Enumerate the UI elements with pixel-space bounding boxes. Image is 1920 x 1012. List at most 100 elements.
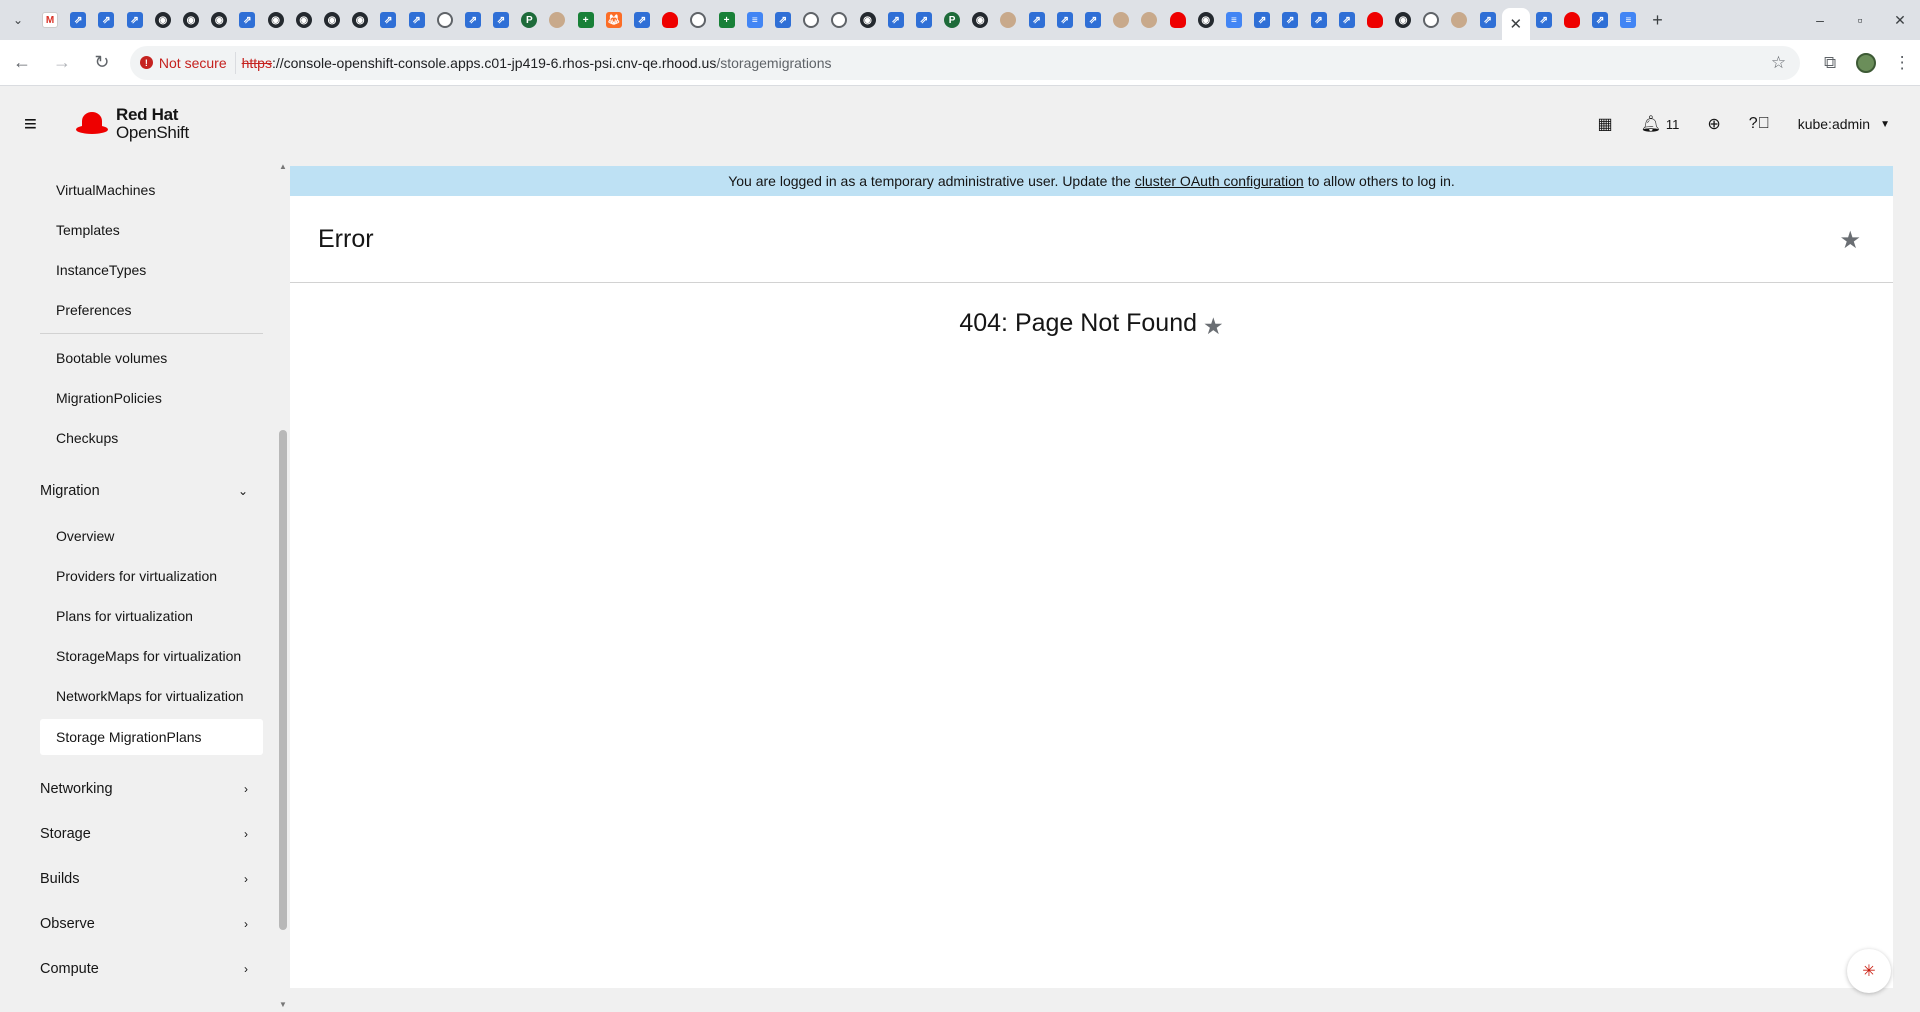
browser-tab[interactable]: ◉ <box>346 0 374 40</box>
browser-tab[interactable]: ⇗ <box>910 0 938 40</box>
browser-tab[interactable]: + <box>713 0 741 40</box>
sidebar-item-overview[interactable]: Overview <box>56 518 114 554</box>
active-tab-close-icon[interactable]: ✕ <box>1501 8 1530 40</box>
extensions-icon[interactable]: ⧉ <box>1812 45 1848 81</box>
browser-tab[interactable]: ⇗ <box>459 0 487 40</box>
browser-tab[interactable]: ◉ <box>205 0 233 40</box>
notifications-button[interactable]: 🔔︎ 11 <box>1627 104 1694 144</box>
browser-tab[interactable]: ⇗ <box>1248 0 1276 40</box>
sidebar-item-plans[interactable]: Plans for virtualization <box>56 598 193 634</box>
browser-menu-icon[interactable]: ⋮ <box>1884 45 1920 81</box>
browser-tab[interactable]: ⇗ <box>233 0 261 40</box>
nav-toggle-icon[interactable]: ≡ <box>24 111 64 137</box>
user-menu[interactable]: kube:admin ▼ <box>1784 116 1890 132</box>
browser-tab[interactable]: M <box>36 0 64 40</box>
sidebar-group-compute[interactable]: Compute › <box>40 951 248 987</box>
favorite-star-icon[interactable]: ★ <box>1839 226 1861 255</box>
tab-search-chevron-icon[interactable]: ⌄ <box>0 0 36 40</box>
minimize-icon[interactable]: – <box>1800 0 1840 40</box>
help-icon[interactable]: ?⃝ <box>1735 104 1784 144</box>
cluster-oauth-link[interactable]: cluster OAuth configuration <box>1135 173 1304 189</box>
browser-tab[interactable] <box>1135 0 1163 40</box>
browser-tab[interactable]: P <box>515 0 543 40</box>
sidebar-scrollbar[interactable]: ▲ ▼ <box>279 162 287 1012</box>
sidebar-item-checkups[interactable]: Checkups <box>56 420 118 456</box>
sidebar-item-templates[interactable]: Templates <box>56 212 120 248</box>
browser-tab[interactable]: ⇗ <box>487 0 515 40</box>
app-launcher-grid-icon[interactable]: ▦ <box>1583 104 1626 144</box>
close-window-icon[interactable]: ✕ <box>1880 0 1920 40</box>
browser-tab[interactable] <box>1164 0 1192 40</box>
browser-tab[interactable]: ⇗ <box>121 0 149 40</box>
sidebar-group-storage[interactable]: Storage › <box>40 816 248 852</box>
profile-avatar[interactable] <box>1848 45 1884 81</box>
forward-arrow-icon[interactable]: → <box>44 45 80 81</box>
browser-tab[interactable]: ⇗ <box>882 0 910 40</box>
sidebar-group-builds[interactable]: Builds › <box>40 861 248 897</box>
sidebar-group-observe[interactable]: Observe › <box>40 906 248 942</box>
browser-tab[interactable]: ⇗ <box>374 0 402 40</box>
sidebar-item-bootable-volumes[interactable]: Bootable volumes <box>56 340 167 376</box>
browser-tab[interactable]: ⇗ <box>1474 0 1502 40</box>
sidebar-item-storage-migrationplans[interactable]: Storage MigrationPlans <box>40 719 263 755</box>
browser-tab[interactable]: ⇗ <box>1333 0 1361 40</box>
browser-tab[interactable]: ⇗ <box>64 0 92 40</box>
browser-tab[interactable]: 🦊︎ <box>600 0 628 40</box>
browser-tab[interactable] <box>431 0 459 40</box>
browser-tab[interactable]: ⇗ <box>1079 0 1107 40</box>
browser-tab[interactable] <box>1445 0 1473 40</box>
browser-tab[interactable]: ◉ <box>149 0 177 40</box>
browser-tab[interactable]: ◉ <box>853 0 881 40</box>
browser-tab[interactable]: ⇗ <box>769 0 797 40</box>
browser-tab[interactable]: P <box>938 0 966 40</box>
browser-tab[interactable]: ◉ <box>1389 0 1417 40</box>
sidebar-item-virtualmachines[interactable]: VirtualMachines <box>56 172 155 208</box>
sidebar-item-migrationpolicies[interactable]: MigrationPolicies <box>56 380 162 416</box>
browser-tab[interactable]: ⇗ <box>1023 0 1051 40</box>
address-bar[interactable]: ! Not secure https :// console-openshift… <box>129 45 1801 80</box>
browser-tab[interactable] <box>684 0 712 40</box>
sidebar-item-instancetypes[interactable]: InstanceTypes <box>56 252 146 288</box>
browser-tab[interactable]: ≡ <box>741 0 769 40</box>
browser-tab[interactable] <box>1558 0 1586 40</box>
browser-tab[interactable]: ⇗ <box>402 0 430 40</box>
reload-icon[interactable]: ↻ <box>84 45 120 81</box>
brand-logo[interactable]: Red Hat OpenShift <box>76 106 189 142</box>
browser-tab[interactable] <box>543 0 571 40</box>
browser-tab[interactable]: ◉ <box>1192 0 1220 40</box>
browser-tab[interactable] <box>1361 0 1389 40</box>
maximize-icon[interactable]: ▫ <box>1840 0 1880 40</box>
browser-tab[interactable]: + <box>572 0 600 40</box>
browser-tab[interactable]: ⇗ <box>1051 0 1079 40</box>
browser-tab[interactable]: ≡ <box>1614 0 1642 40</box>
browser-tab[interactable] <box>797 0 825 40</box>
browser-tab[interactable]: ≡ <box>1220 0 1248 40</box>
security-chip[interactable]: ! Not secure <box>139 51 236 74</box>
sidebar-item-storagemaps[interactable]: StorageMaps for virtualization <box>56 638 241 674</box>
browser-tab[interactable]: ⇗ <box>1276 0 1304 40</box>
browser-tab[interactable]: ◉ <box>177 0 205 40</box>
quick-create-plus-icon[interactable]: ⊕ <box>1693 104 1734 144</box>
sidebar-item-providers[interactable]: Providers for virtualization <box>56 558 217 594</box>
browser-tab[interactable]: ◉ <box>290 0 318 40</box>
scroll-up-icon[interactable]: ▲ <box>279 162 287 171</box>
sidebar-scroll-thumb[interactable] <box>279 430 287 930</box>
browser-tab[interactable] <box>825 0 853 40</box>
browser-tab[interactable]: ⇗ <box>92 0 120 40</box>
browser-tab[interactable] <box>656 0 684 40</box>
sidebar-group-networking[interactable]: Networking › <box>40 771 248 807</box>
browser-tab[interactable]: ⇗ <box>1304 0 1332 40</box>
sidebar-item-networkmaps[interactable]: NetworkMaps for virtualization <box>56 678 244 714</box>
scroll-down-icon[interactable]: ▼ <box>279 1000 287 1009</box>
browser-tab[interactable]: ◉ <box>966 0 994 40</box>
browser-tab[interactable] <box>1107 0 1135 40</box>
back-arrow-icon[interactable]: ← <box>4 45 40 81</box>
star-icon[interactable]: ★ <box>1203 313 1224 340</box>
sidebar-item-preferences[interactable]: Preferences <box>56 292 131 328</box>
new-tab-plus-icon[interactable]: + <box>1643 0 1673 40</box>
browser-tab[interactable]: ◉ <box>318 0 346 40</box>
browser-tab[interactable] <box>1417 0 1445 40</box>
browser-tab[interactable]: ⇗ <box>1530 0 1558 40</box>
browser-tab[interactable]: ◉ <box>262 0 290 40</box>
lightspeed-assistant-icon[interactable]: ✳ <box>1847 949 1891 993</box>
